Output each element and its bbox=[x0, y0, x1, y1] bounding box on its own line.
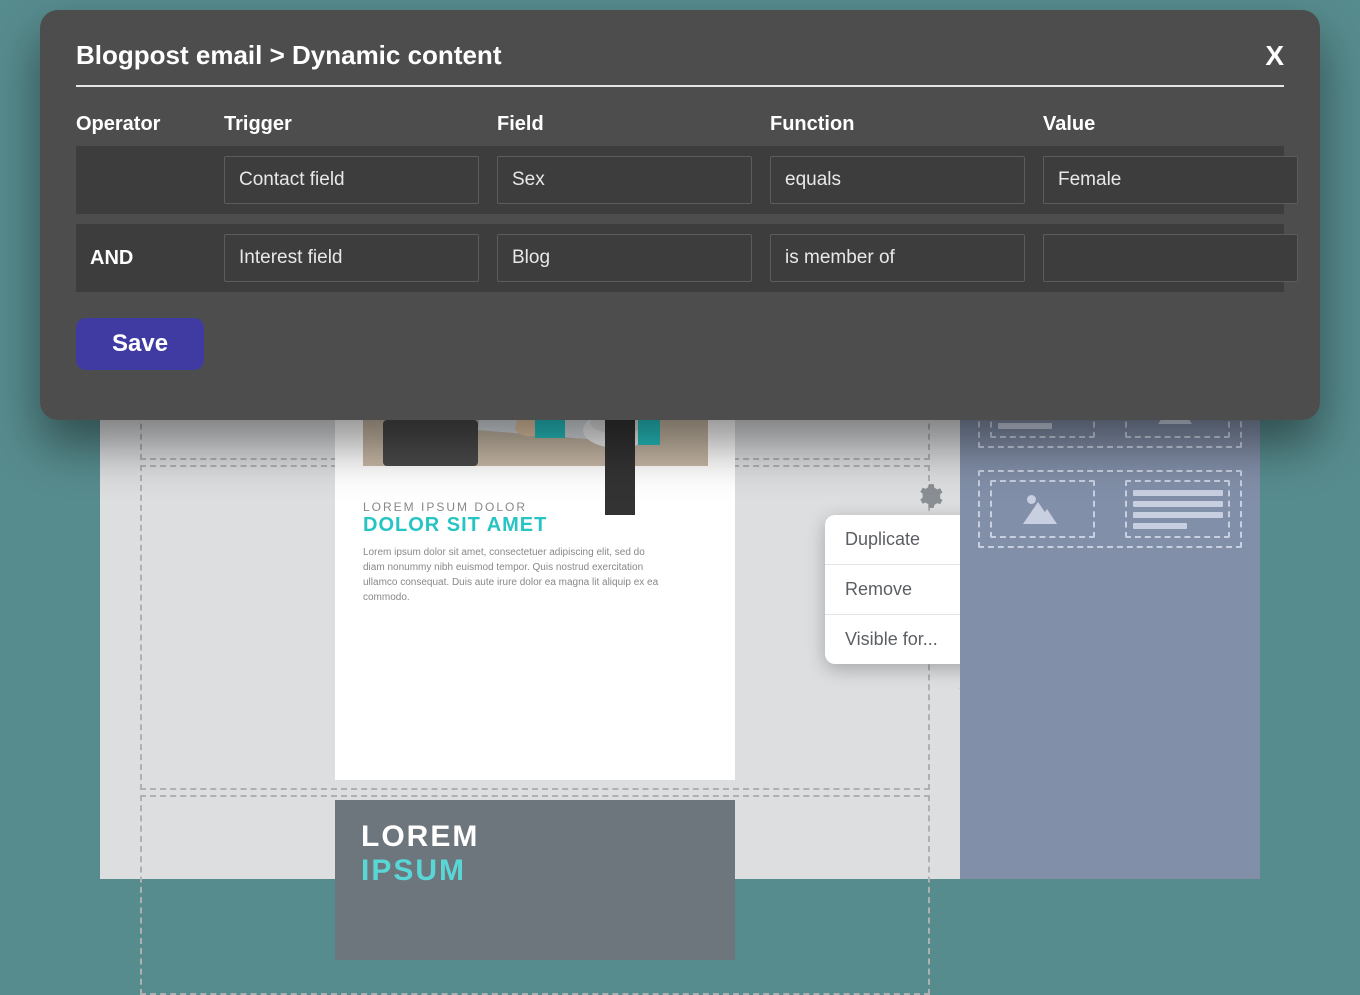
gear-icon[interactable] bbox=[918, 485, 940, 512]
trigger-select[interactable]: Interest field bbox=[224, 234, 479, 282]
field-select[interactable]: Sex bbox=[497, 156, 752, 204]
col-value: Value bbox=[1043, 113, 1298, 136]
dynamic-content-modal: Blogpost email > Dynamic content X Opera… bbox=[40, 10, 1320, 420]
col-field: Field bbox=[497, 113, 752, 136]
article-tag: LOREM IPSUM DOLOR bbox=[363, 500, 663, 514]
modal-title: Blogpost email > Dynamic content bbox=[76, 40, 501, 71]
function-select[interactable]: equals bbox=[770, 156, 1025, 204]
footer-block[interactable]: LOREM IPSUM bbox=[335, 800, 735, 960]
field-select[interactable]: Blog bbox=[497, 234, 752, 282]
value-input[interactable] bbox=[1043, 234, 1298, 282]
rule-header-row: Operator Trigger Field Function Value bbox=[76, 113, 1284, 136]
rule-row: AND Interest field Blog is member of bbox=[76, 224, 1284, 292]
component-image-text[interactable] bbox=[978, 470, 1242, 548]
article-body: Lorem ipsum dolor sit amet, consectetuer… bbox=[363, 545, 663, 605]
value-input[interactable]: Female bbox=[1043, 156, 1298, 204]
close-icon[interactable]: X bbox=[1265, 42, 1284, 70]
function-select[interactable]: is member of bbox=[770, 234, 1025, 282]
image-icon bbox=[1023, 494, 1063, 524]
operator-cell: AND bbox=[76, 247, 206, 270]
article-subtitle: DOLOR SIT AMET bbox=[363, 514, 663, 537]
footer-title-1: LOREM bbox=[361, 820, 709, 854]
col-function: Function bbox=[770, 113, 1025, 136]
rule-row: Contact field Sex equals Female bbox=[76, 146, 1284, 214]
col-operator: Operator bbox=[76, 113, 206, 136]
footer-title-2: IPSUM bbox=[361, 854, 709, 888]
trigger-select[interactable]: Contact field bbox=[224, 156, 479, 204]
col-trigger: Trigger bbox=[224, 113, 479, 136]
text-lines-icon bbox=[1133, 490, 1223, 529]
save-button[interactable]: Save bbox=[76, 318, 204, 370]
